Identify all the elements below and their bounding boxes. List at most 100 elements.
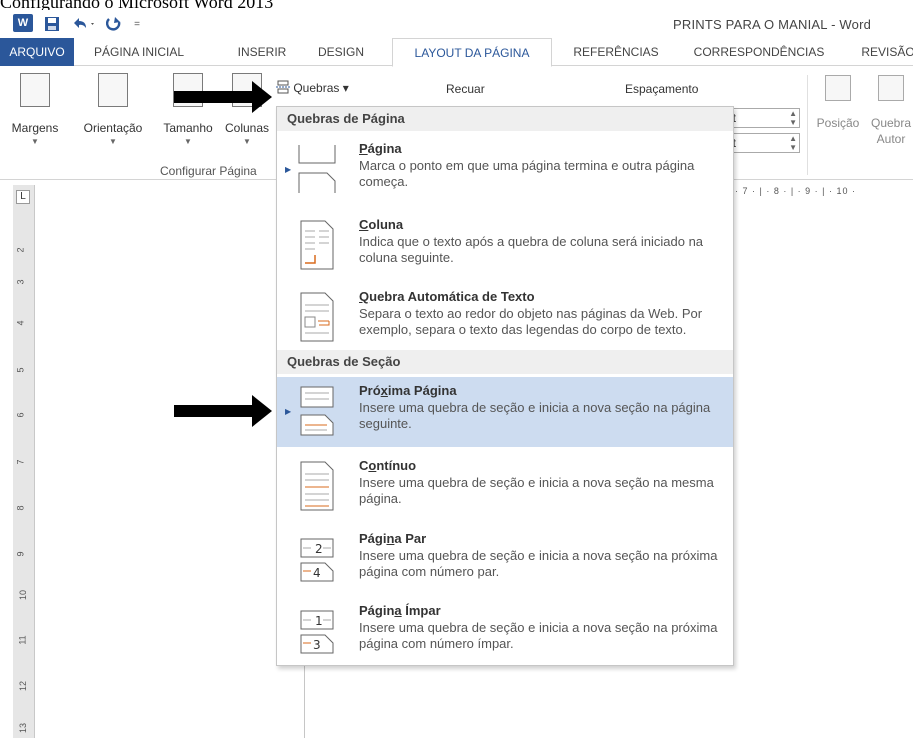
column-break-icon <box>300 220 334 270</box>
position-button[interactable]: Posição <box>812 75 864 130</box>
menu-item-title: Coluna <box>359 217 404 232</box>
ruler-mark: 10 <box>18 589 29 601</box>
svg-text:4: 4 <box>313 566 321 580</box>
spacing-label: Espaçamento <box>625 82 699 96</box>
ruler-mark: 2 <box>15 247 26 253</box>
tab-arquivo[interactable]: ARQUIVO <box>0 38 74 66</box>
section-header-page-breaks: Quebras de Página <box>277 107 733 131</box>
pointer-icon: ▶ <box>285 407 292 416</box>
ruler-mark: 8 <box>15 505 26 511</box>
next-page-break-icon <box>300 386 334 436</box>
menu-item-description: Insere uma quebra de seção e inicia a no… <box>359 400 711 431</box>
chevron-down-icon: ▼ <box>184 137 192 146</box>
orientation-button[interactable]: Orientação ▼ <box>70 73 156 146</box>
svg-text:3: 3 <box>313 638 321 652</box>
word-app-icon[interactable]: W <box>13 14 33 32</box>
indent-label: Recuar <box>446 82 485 96</box>
menu-item-pagina[interactable]: ▶ Página Marca o ponto em que uma página… <box>277 135 733 205</box>
vertical-ruler[interactable]: 2 3 4 5 6 7 8 9 10 11 12 13 <box>13 185 35 738</box>
ruler-mark: 4 <box>15 320 26 326</box>
wrap-label: Quebra <box>870 116 912 130</box>
odd-page-break-icon: 13 <box>300 610 334 654</box>
orientation-icon <box>98 73 128 107</box>
ruler-mark: 3 <box>15 279 26 285</box>
menu-item-description: Indica que o texto após a quebra de colu… <box>359 234 704 265</box>
breaks-label: Quebras ▾ <box>293 81 349 95</box>
ruler-mark: 6 <box>15 412 26 418</box>
menu-item-description: Insere uma quebra de seção e inicia a no… <box>359 475 714 506</box>
orientation-label: Orientação <box>83 121 143 135</box>
menu-item-description: Insere uma quebra de seção e inicia a no… <box>359 548 718 579</box>
redo-icon[interactable] <box>104 14 124 34</box>
ruler-mark: 13 <box>18 722 29 734</box>
section-header-section-breaks: Quebras de Seção <box>277 350 733 374</box>
position-label: Posição <box>816 116 860 130</box>
tab-design[interactable]: DESIGN <box>313 38 369 66</box>
even-page-break-icon: 24 <box>300 538 334 582</box>
svg-text:1: 1 <box>315 614 323 628</box>
menu-item-title: Página <box>359 141 402 156</box>
tab-layout-da-pagina[interactable]: LAYOUT DA PÁGINA <box>392 38 552 67</box>
margins-label: Margens <box>11 121 59 135</box>
chevron-down-icon: ▼ <box>31 137 39 146</box>
menu-item-pagina-par[interactable]: 24 Página Par Insere uma quebra de seção… <box>277 525 733 595</box>
spin-arrows-icon[interactable]: ▲ ▼ <box>789 109 797 127</box>
chevron-down-icon: ▼ <box>109 137 117 146</box>
chevron-down-icon: ▼ <box>243 137 251 146</box>
pointer-icon: ▶ <box>285 165 292 174</box>
horizontal-ruler[interactable]: · 7 · | · 8 · | · 9 · | · 10 · <box>735 186 913 200</box>
annotation-arrow-icon <box>174 395 272 427</box>
menu-item-title: Próxima Página <box>359 383 457 398</box>
size-button[interactable]: Tamanho ▼ <box>156 73 220 146</box>
text-wrapping-break-icon <box>300 292 334 342</box>
tab-pagina-inicial[interactable]: PÁGINA INICIAL <box>80 38 198 66</box>
customize-qat-icon[interactable]: = <box>130 14 144 34</box>
menu-item-title: Página Par <box>359 531 427 546</box>
menu-item-description: Insere uma quebra de seção e inicia a no… <box>359 620 718 651</box>
save-icon[interactable] <box>42 14 62 34</box>
ruler-mark: 11 <box>17 635 28 645</box>
ruler-mark: 12 <box>18 680 29 692</box>
wrap-label-2: Autor <box>876 132 906 146</box>
menu-item-title: Quebra Automática de Texto <box>359 289 535 304</box>
ruler-mark: 5 <box>15 367 26 373</box>
group-divider <box>807 75 808 175</box>
title-bar: W = PRINTS PARA O MANIAL - Word <box>0 10 913 38</box>
wrap-text-button[interactable]: Quebra Autor <box>866 75 913 146</box>
menu-item-coluna[interactable]: Coluna Indica que o texto após a quebra … <box>277 211 733 281</box>
group-label-configurar-pagina: Configurar Página <box>160 164 257 178</box>
spin-arrows-icon[interactable]: ▲ ▼ <box>789 134 797 152</box>
ribbon-tabs: ARQUIVO PÁGINA INICIAL INSERIR DESIGN LA… <box>0 38 913 67</box>
columns-label: Colunas <box>224 121 270 135</box>
menu-item-pagina-impar[interactable]: 13 Página Ímpar Insere uma quebra de seç… <box>277 597 733 667</box>
menu-item-description: Separa o texto ao redor do objeto nas pá… <box>359 306 703 337</box>
tab-referencias[interactable]: REFERÊNCIAS <box>566 38 666 66</box>
svg-text:2: 2 <box>315 542 323 556</box>
tab-inserir[interactable]: INSERIR <box>230 38 294 66</box>
size-label: Tamanho <box>163 121 213 135</box>
caption: Configurando o Microsoft Word 2013 <box>0 0 274 12</box>
tab-correspondencias[interactable]: CORRESPONDÊNCIAS <box>690 38 828 66</box>
menu-item-quebra-automatica[interactable]: Quebra Automática de Texto Separa o text… <box>277 283 733 353</box>
position-icon <box>825 75 851 101</box>
ruler-mark: 7 <box>15 459 26 465</box>
menu-item-continuo[interactable]: Contínuo Insere uma quebra de seção e in… <box>277 452 733 522</box>
continuous-break-icon <box>300 461 334 511</box>
breaks-button[interactable]: Quebras ▾ <box>276 80 349 100</box>
ruler-mark: 9 <box>15 551 26 557</box>
tab-selector[interactable]: L <box>16 190 30 204</box>
annotation-arrow-icon <box>174 81 272 113</box>
page-break-icon <box>298 145 336 193</box>
menu-item-title: Página Ímpar <box>359 603 441 618</box>
wrap-text-icon <box>878 75 904 101</box>
tab-revisao[interactable]: REVISÃO <box>856 38 913 66</box>
margins-button[interactable]: Margens ▼ <box>0 73 70 146</box>
menu-item-proxima-pagina[interactable]: ▶ Próxima Página Insere uma quebra de se… <box>277 377 733 447</box>
window-title: PRINTS PARA O MANIAL - Word <box>673 17 872 32</box>
menu-item-title: Contínuo <box>359 458 417 473</box>
breaks-dropdown-menu: Quebras de Página ▶ Página Marca o ponto… <box>276 106 734 666</box>
breaks-icon <box>276 80 290 94</box>
margins-icon <box>20 73 50 107</box>
menu-item-description: Marca o ponto em que uma página termina … <box>359 158 695 189</box>
undo-icon[interactable] <box>68 14 100 34</box>
